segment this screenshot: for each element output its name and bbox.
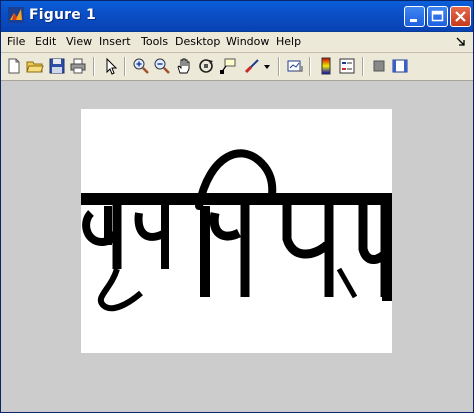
devanagari-word-image	[81, 149, 392, 312]
image-axes[interactable]	[81, 109, 392, 353]
close-icon	[455, 11, 466, 22]
link-plot-icon[interactable]	[286, 57, 304, 75]
menu-edit[interactable]: Edit	[35, 35, 56, 48]
toolbar-separator	[93, 57, 95, 76]
matlab-icon	[8, 7, 24, 23]
toolbar-separator	[124, 57, 126, 76]
menu-desktop[interactable]: Desktop	[175, 35, 220, 48]
toolbar-separator	[309, 57, 311, 76]
pan-icon[interactable]	[175, 57, 193, 75]
data-cursor-icon[interactable]	[219, 57, 237, 75]
open-file-icon[interactable]	[26, 57, 44, 75]
save-icon[interactable]	[48, 57, 66, 75]
title-bar[interactable]: Figure 1	[1, 1, 473, 32]
figure-toolbar	[1, 53, 473, 81]
zoom-in-icon[interactable]	[132, 57, 150, 75]
zoom-out-icon[interactable]	[153, 57, 171, 75]
dock-arrow-icon[interactable]	[455, 36, 467, 48]
brush-dropdown-icon[interactable]	[262, 57, 272, 75]
menu-insert[interactable]: Insert	[99, 35, 131, 48]
minimize-icon	[410, 19, 417, 22]
figure-window: Figure 1 File Edit View Insert Tools Des…	[0, 0, 474, 413]
maximize-button[interactable]	[427, 6, 448, 27]
insert-legend-icon[interactable]	[338, 57, 356, 75]
insert-colorbar-icon[interactable]	[317, 57, 335, 75]
toolbar-separator	[362, 57, 364, 76]
brush-icon[interactable]	[243, 57, 261, 75]
menu-window[interactable]: Window	[226, 35, 269, 48]
edit-plot-icon[interactable]	[102, 57, 120, 75]
figure-canvas[interactable]	[1, 81, 473, 412]
print-icon[interactable]	[69, 57, 87, 75]
close-button[interactable]	[450, 6, 471, 27]
minimize-button[interactable]	[404, 6, 425, 27]
menu-help[interactable]: Help	[276, 35, 301, 48]
window-title: Figure 1	[29, 7, 96, 23]
maximize-icon	[431, 10, 444, 22]
menu-view[interactable]: View	[66, 35, 92, 48]
rotate-3d-icon[interactable]	[197, 57, 215, 75]
menu-bar: File Edit View Insert Tools Desktop Wind…	[1, 32, 473, 53]
hide-plot-tools-icon[interactable]	[370, 57, 388, 75]
show-plot-tools-icon[interactable]	[391, 57, 409, 75]
menu-file[interactable]: File	[7, 35, 25, 48]
menu-tools[interactable]: Tools	[141, 35, 168, 48]
new-figure-icon[interactable]	[5, 57, 23, 75]
toolbar-separator	[278, 57, 280, 76]
